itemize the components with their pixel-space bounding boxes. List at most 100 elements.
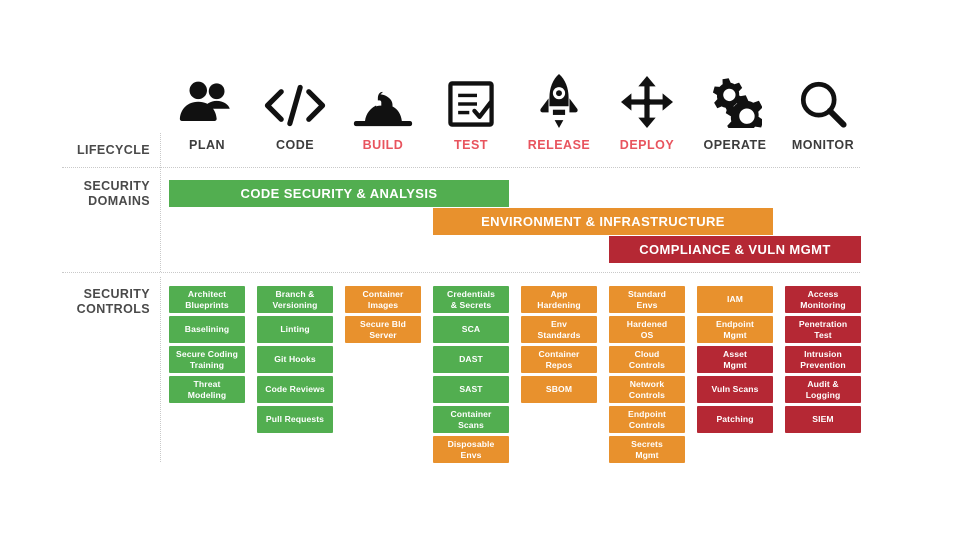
- security-control-chip[interactable]: Credentials & Secrets: [433, 286, 509, 313]
- security-control-chip-line1: Code Reviews: [265, 384, 325, 395]
- security-control-chip[interactable]: Code Reviews: [257, 376, 333, 403]
- security-domain-bar[interactable]: ENVIRONMENT & INFRASTRUCTURE: [433, 208, 773, 235]
- security-control-chip[interactable]: Architect Blueprints: [169, 286, 245, 313]
- security-control-chip[interactable]: Cloud Controls: [609, 346, 685, 373]
- security-control-chip[interactable]: Secure Bld Server: [345, 316, 421, 343]
- row-label-lifecycle-text: LIFECYCLE: [76, 143, 150, 157]
- gears-icon: [691, 70, 779, 128]
- security-control-chip-line2: Envs: [636, 299, 658, 310]
- lifecycle-stage-deploy[interactable]: DEPLOY: [603, 70, 691, 152]
- lifecycle-stage-monitor[interactable]: MONITOR: [779, 70, 867, 152]
- security-control-chip[interactable]: SBOM: [521, 376, 597, 403]
- security-control-chip[interactable]: Git Hooks: [257, 346, 333, 373]
- security-control-chip-line2: Prevention: [800, 359, 846, 370]
- security-control-column-test: Credentials & Secrets SCA DAST SAST Container…: [433, 286, 509, 466]
- security-control-chip[interactable]: Intrusion Prevention: [785, 346, 861, 373]
- security-control-chip[interactable]: Access Monitoring: [785, 286, 861, 313]
- lifecycle-stage-code[interactable]: CODE: [251, 70, 339, 152]
- security-control-chip[interactable]: SIEM: [785, 406, 861, 433]
- security-control-chip[interactable]: Vuln Scans: [697, 376, 773, 403]
- lifecycle-stage-build[interactable]: BUILD: [339, 70, 427, 152]
- security-control-chip[interactable]: Container Repos: [521, 346, 597, 373]
- security-control-chip-line1: Pull Requests: [265, 414, 325, 425]
- security-control-chip-line1: IAM: [726, 294, 744, 305]
- security-control-chip-line2: OS: [640, 329, 654, 340]
- security-control-chip-line2: Mgmt: [635, 449, 659, 460]
- security-control-chip-line1: Container: [362, 289, 404, 300]
- security-control-chip[interactable]: Branch & Versioning: [257, 286, 333, 313]
- security-control-chip-line2: Controls: [628, 419, 666, 430]
- security-control-chip[interactable]: Hardened OS: [609, 316, 685, 343]
- security-control-chip-line1: Penetration: [798, 319, 848, 330]
- security-control-chip[interactable]: Pull Requests: [257, 406, 333, 433]
- lifecycle-stage-release[interactable]: RELEASE: [515, 70, 603, 152]
- security-control-chip-line1: Architect: [187, 289, 227, 300]
- security-control-chip[interactable]: Secure Coding Training: [169, 346, 245, 373]
- security-control-chip-line2: Envs: [460, 449, 482, 460]
- security-control-chip-line1: Intrusion: [804, 349, 842, 360]
- security-control-chip[interactable]: Linting: [257, 316, 333, 343]
- security-control-chip[interactable]: Audit & Logging: [785, 376, 861, 403]
- lifecycle-stage-label: MONITOR: [791, 138, 855, 152]
- security-domain-bar[interactable]: COMPLIANCE & VULN MGMT: [609, 236, 861, 263]
- security-control-chip[interactable]: Endpoint Mgmt: [697, 316, 773, 343]
- security-control-chip-line1: Audit &: [807, 379, 839, 390]
- security-control-column-deploy: Standard Envs Hardened OS Cloud Controls Netwo…: [609, 286, 685, 466]
- security-control-chip[interactable]: Asset Mgmt: [697, 346, 773, 373]
- security-control-column-release: App Hardening Env Standards Container Repos SB…: [521, 286, 597, 406]
- security-control-chip-line2: Logging: [805, 389, 841, 400]
- security-control-chip[interactable]: IAM: [697, 286, 773, 313]
- security-control-column-operate: IAM Endpoint Mgmt Asset Mgmt Vuln Scans Patchi…: [697, 286, 773, 436]
- security-control-chip[interactable]: Container Scans: [433, 406, 509, 433]
- security-control-chip-line1: Container: [538, 349, 580, 360]
- security-control-chip[interactable]: Penetration Test: [785, 316, 861, 343]
- security-control-chip-line1: Baselining: [184, 324, 230, 335]
- security-control-chip-line1: Vuln Scans: [711, 384, 759, 395]
- security-control-chip[interactable]: Network Controls: [609, 376, 685, 403]
- security-control-chip[interactable]: DAST: [433, 346, 509, 373]
- security-domain-bar[interactable]: CODE SECURITY & ANALYSIS: [169, 180, 509, 207]
- security-control-chip-line1: Hardened: [626, 319, 668, 330]
- security-control-column-build: Container Images Secure Bld Server: [345, 286, 421, 346]
- security-control-chip[interactable]: SCA: [433, 316, 509, 343]
- security-control-chip-line1: Secure Coding: [176, 349, 238, 360]
- security-control-chip-line2: Mgmt: [723, 329, 747, 340]
- magnifier-icon: [779, 70, 867, 128]
- security-domain-label: CODE SECURITY & ANALYSIS: [240, 186, 438, 201]
- security-control-chip-line1: Network: [629, 379, 665, 390]
- security-control-chip-line2: & Secrets: [450, 299, 492, 310]
- security-control-chip-line1: Threat: [193, 379, 221, 390]
- security-control-chip-line2: Training: [189, 359, 225, 370]
- security-control-chip[interactable]: Container Images: [345, 286, 421, 313]
- security-control-chip[interactable]: Env Standards: [521, 316, 597, 343]
- security-control-chip[interactable]: Threat Modeling: [169, 376, 245, 403]
- security-control-chip[interactable]: Secrets Mgmt: [609, 436, 685, 463]
- security-control-chip-line1: Standard: [627, 289, 667, 300]
- lifecycle-stage-label: OPERATE: [703, 138, 767, 152]
- security-control-column-code: Branch & Versioning Linting Git Hooks Code R…: [257, 286, 333, 436]
- security-control-chip[interactable]: Endpoint Controls: [609, 406, 685, 433]
- security-domain-label: COMPLIANCE & VULN MGMT: [639, 242, 831, 257]
- security-domain-label: ENVIRONMENT & INFRASTRUCTURE: [481, 214, 725, 229]
- lifecycle-stage-test[interactable]: TEST: [427, 70, 515, 152]
- row-label-security-domains: SECURITY DOMAINS: [20, 179, 150, 209]
- security-control-chip[interactable]: Patching: [697, 406, 773, 433]
- security-control-chip[interactable]: Disposable Envs: [433, 436, 509, 463]
- security-control-chip-line1: SBOM: [545, 384, 573, 395]
- security-control-chip-line1: SAST: [459, 384, 483, 395]
- security-control-chip[interactable]: Baselining: [169, 316, 245, 343]
- security-control-chip-line1: Access: [807, 289, 839, 300]
- move-arrows-icon: [603, 70, 691, 128]
- security-control-chip-line1: Endpoint: [627, 409, 667, 420]
- security-control-chip[interactable]: Standard Envs: [609, 286, 685, 313]
- security-control-chip-line1: Git Hooks: [274, 354, 316, 365]
- lifecycle-stage-operate[interactable]: OPERATE: [691, 70, 779, 152]
- lifecycle-stage-plan[interactable]: PLAN: [163, 70, 251, 152]
- security-control-chip-line2: Scans: [458, 419, 484, 430]
- security-control-chip[interactable]: SAST: [433, 376, 509, 403]
- security-control-chip-line1: Secure Bld: [360, 319, 406, 330]
- code-brackets-icon: [251, 70, 339, 128]
- lifecycle-stage-label: DEPLOY: [619, 138, 675, 152]
- security-control-chip[interactable]: App Hardening: [521, 286, 597, 313]
- lifecycle-stage-label: CODE: [275, 138, 315, 152]
